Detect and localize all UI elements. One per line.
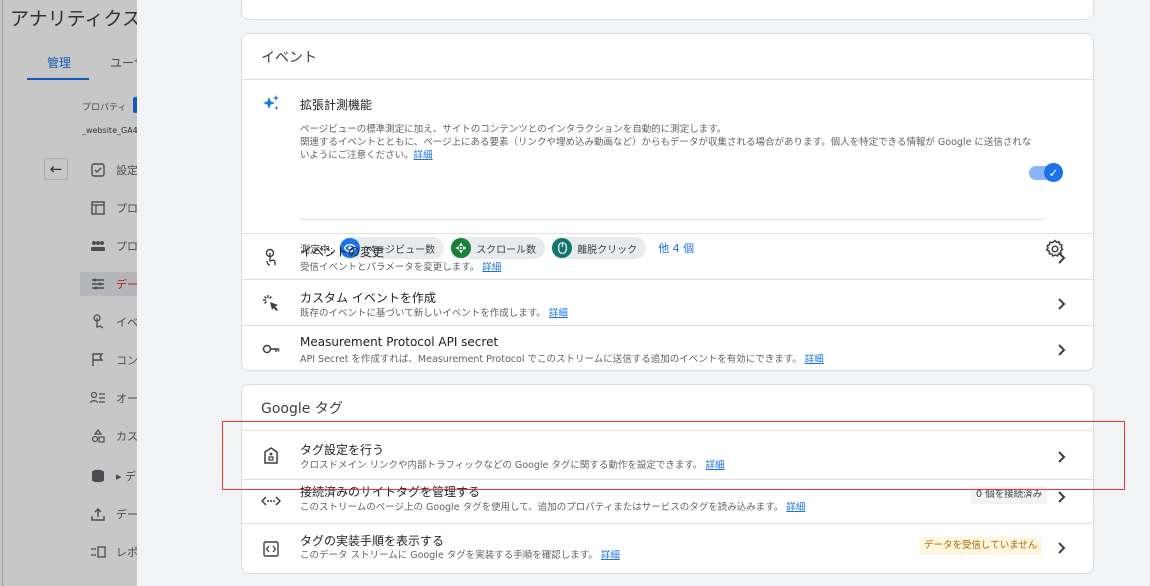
row-title: カスタム イベントを作成 — [300, 291, 436, 305]
manage-connected-site-tags-row[interactable]: 接続済みのサイトタグを管理する このストリームのページ上の Google タグを… — [242, 480, 1093, 524]
chevron-right-icon — [1054, 296, 1068, 310]
no-data-badge: データを受信していません — [919, 537, 1043, 555]
chevron-right-icon — [1054, 342, 1068, 356]
learn-more-link[interactable]: 詳細 — [414, 150, 433, 161]
chevron-right-icon — [1054, 449, 1068, 463]
tag-shield-icon — [261, 446, 281, 466]
ads-click-icon — [261, 293, 281, 313]
row-description: API Secret を作成すれば、Measurement Protocol で… — [300, 354, 824, 365]
sparkle-icon — [261, 94, 281, 114]
events-card: イベント 拡張計測機能 ページビューの標準測定に加え、サイトのコンテンツとのイン… — [241, 33, 1094, 371]
stream-details-panel: イベント 拡張計測機能 ページビューの標準測定に加え、サイトのコンテンツとのイン… — [137, 0, 1150, 586]
stream-info-card — [241, 0, 1094, 20]
row-title: イベントの変更 — [300, 245, 385, 259]
chevron-right-icon — [1054, 250, 1068, 264]
row-description: クロスドメイン リンクや内部トラフィックなどの Google タグに関する動作を… — [300, 460, 725, 471]
enhanced-measurement-toggle[interactable]: ✓ — [1029, 163, 1063, 182]
row-title: Measurement Protocol API secret — [300, 335, 499, 349]
chevron-right-icon — [1054, 540, 1068, 554]
divider — [300, 219, 1045, 220]
learn-more-link[interactable]: 詳細 — [549, 308, 568, 319]
row-description: このストリームのページ上の Google タグを使用して、追加のプロパティまたは… — [300, 502, 806, 513]
view-tag-instructions-row[interactable]: タグの実装手順を表示する このデータ ストリームに Google タグを実装する… — [242, 524, 1093, 574]
events-card-title: イベント — [242, 34, 1093, 80]
learn-more-link[interactable]: 詳細 — [805, 354, 824, 365]
google-tag-card: Google タグ タグ設定を行う クロスドメイン リンクや内部トラフィックなど… — [241, 384, 1094, 574]
code-icon — [261, 491, 281, 511]
modify-events-row[interactable]: イベントの変更 受信イベントとパラメータを変更します。 詳細 — [242, 234, 1093, 280]
row-title: タグ設定を行う — [300, 443, 385, 457]
code-box-icon — [261, 539, 281, 559]
row-description: 受信イベントとパラメータを変更します。 詳細 — [300, 262, 502, 273]
enhanced-measurement-section: 拡張計測機能 ページビューの標準測定に加え、サイトのコンテンツとのインタラクショ… — [242, 81, 1093, 259]
measurement-protocol-row[interactable]: Measurement Protocol API secret API Secr… — [242, 326, 1093, 371]
touch-app-icon — [261, 247, 281, 267]
check-icon: ✓ — [1044, 163, 1063, 182]
create-custom-event-row[interactable]: カスタム イベントを作成 既存のイベントに基づいて新しいイベントを作成します。 … — [242, 280, 1093, 326]
description-line-1: ページビューの標準測定に加え、サイトのコンテンツとのインタラクションを自動的に測… — [300, 124, 727, 135]
learn-more-link[interactable]: 詳細 — [601, 550, 620, 561]
configure-tag-settings-row[interactable]: タグ設定を行う クロスドメイン リンクや内部トラフィックなどの Google タ… — [242, 432, 1093, 480]
key-icon — [261, 339, 281, 359]
enhanced-measurement-description: ページビューの標準測定に加え、サイトのコンテンツとのインタラクションを自動的に測… — [300, 123, 1040, 162]
enhanced-measurement-title: 拡張計測機能 — [300, 98, 373, 112]
chevron-right-icon — [1054, 489, 1068, 503]
learn-more-link[interactable]: 詳細 — [482, 262, 501, 273]
connected-count-badge: 0 個を接続済み — [971, 486, 1048, 504]
description-line-2: 関連するイベントとともに、ページ上にある要素（リンクや埋め込み動画など）からもデ… — [300, 137, 1032, 161]
google-tag-card-title: Google タグ — [242, 385, 1093, 431]
row-description: このデータ ストリームに Google タグを実装する手順を確認します。 詳細 — [300, 550, 620, 561]
row-description: 既存のイベントに基づいて新しいイベントを作成します。 詳細 — [300, 308, 568, 319]
learn-more-link[interactable]: 詳細 — [705, 460, 724, 471]
learn-more-link[interactable]: 詳細 — [786, 502, 805, 513]
row-title: 接続済みのサイトタグを管理する — [300, 485, 481, 499]
